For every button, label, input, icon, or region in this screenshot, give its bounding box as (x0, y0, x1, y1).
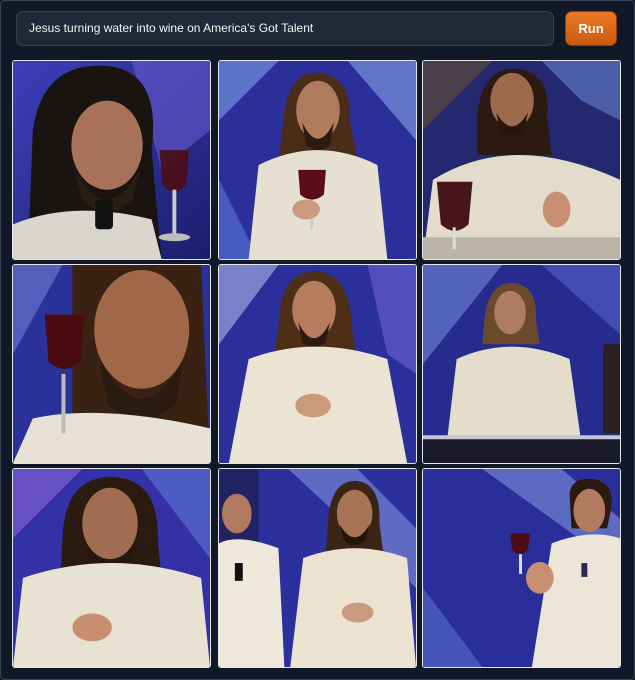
jesus-smiling-image (13, 469, 210, 667)
generated-image-9[interactable] (422, 468, 621, 668)
generated-image-2[interactable] (218, 60, 417, 260)
app-frame: Jesus turning water into wine on America… (0, 0, 635, 680)
generated-image-6[interactable] (422, 264, 621, 464)
jesus-wide-stage-image (423, 265, 620, 463)
generated-image-5[interactable] (218, 264, 417, 464)
generated-image-7[interactable] (12, 468, 211, 668)
generated-image-4[interactable] (12, 264, 211, 464)
generated-image-8[interactable] (218, 468, 417, 668)
jesus-duo-stage-image (219, 469, 416, 667)
prompt-text: Jesus turning water into wine on America… (29, 21, 314, 35)
generated-image-3[interactable] (422, 60, 621, 260)
generated-image-1[interactable] (12, 60, 211, 260)
jesus-robe-stage-image (219, 265, 416, 463)
jesus-stage-wine-image (219, 61, 416, 259)
jesus-wine-closeup-image (13, 61, 210, 259)
image-gallery (12, 60, 624, 670)
jesus-toast-wine-image (423, 469, 620, 667)
prompt-input[interactable]: Jesus turning water into wine on America… (16, 11, 554, 46)
jesus-portrait-wine-image (13, 265, 210, 463)
jesus-table-wine-image (423, 61, 620, 259)
run-button[interactable]: Run (565, 11, 617, 46)
